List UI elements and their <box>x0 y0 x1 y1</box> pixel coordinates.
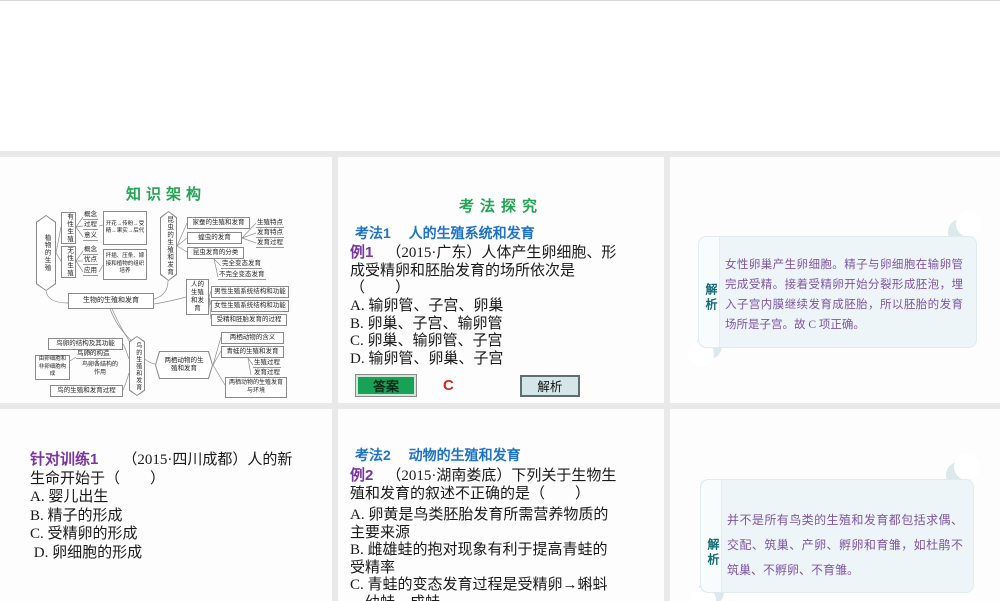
explore-title: 考法探究 <box>458 198 543 215</box>
mindmap-leaf-concept1: 概念 <box>83 211 98 221</box>
mindmap-leaf-meaning: 意义 <box>83 232 98 242</box>
mindmap-node-graft: 扦插、压条、嫁接和植物的组织培养 <box>103 249 147 280</box>
mindmap-node-center: 生物的生殖和发育 <box>68 293 154 309</box>
analysis2-text: 并不是所有鸟类的生殖和发育都包括求偶、交配、筑巢、产卵、孵卵和育雏，如杜鹃不筑巢… <box>727 513 963 577</box>
mindmap-node-egg-structure: 鸟卵的结构及其功能 <box>48 338 123 350</box>
method1-option-d: D. 输卵管、卵巢、子宫 <box>350 350 504 367</box>
analysis1-panel: 解析 女性卵巢产生卵细胞。精子与卵细胞在输卵管完成受精。接着受精卵开始分裂形成胚… <box>670 157 1000 403</box>
method1-option-b: B. 卵巢、子宫、输卵管 <box>350 315 503 332</box>
method2-option-c: C. 青蛙的变态发育过程是受精卵→蝌蚪→幼蛙→成蛙 <box>350 577 608 601</box>
mindmap-node-amphibian: 两栖动物的生殖和发育 <box>155 351 213 379</box>
slide-root: { "colors": { "accent_green": "#23a455",… <box>0 0 1000 601</box>
analysis1-scroll: 解析 女性卵巢产生卵细胞。精子与卵细胞在输卵管完成受精。接着受精卵开始分裂形成胚… <box>698 236 977 348</box>
mindmap-node-locust: 蝗虫的发育 <box>187 232 242 244</box>
practice-option-d: D. 卵细胞的形成 <box>30 544 143 561</box>
mindmap-leaf-process1: 过程 <box>83 221 98 231</box>
method1-question-text: （2015·广东）人体产生卵细胞、形成受精卵和胚胎发育的场所依次是（ ） <box>350 245 617 296</box>
exam-method2-panel: 考法2 动物的生殖和发育 例2 （2015·湖南娄底）下列关于生物生殖和发育的叙述… <box>338 409 664 601</box>
mindmap-node-bird-process: 鸟的生殖和发育过程 <box>50 385 123 397</box>
mindmap-node-plant-label: 植物的生殖 <box>43 234 51 272</box>
practice-panel: 针对训练1 （2015·四川成都）人的新生命开始于（ ） A. 婴儿出生 B. 精… <box>0 409 332 601</box>
method1-example-label: 例1 <box>350 244 374 261</box>
mindmap-node-bird: 鸟的生殖和发育 <box>129 336 145 396</box>
mindmap-node-male: 男性生殖系统结构和功能 <box>211 286 289 298</box>
analysis2-scroll: 解析 并不是所有鸟类的生殖和发育都包括求偶、交配、筑巢、产卵、孵卵和育雏，如杜鹃… <box>700 479 974 593</box>
mindmap-node-plant: 植物的生殖 <box>36 215 56 291</box>
mindmap-leaf-concept2: 概念 <box>83 246 98 256</box>
mindmap-node-insect: 昆虫的生殖和发育 <box>160 211 177 281</box>
mindmap-node-flow: 开花→传粉→受精→果实→后代 <box>103 211 147 245</box>
mindmap-node-amphibian-env: 两栖动物的生殖发育与环境 <box>225 377 287 398</box>
mindmap-leaf-repro-point: 生殖特点 <box>256 219 284 229</box>
analysis1-label: 解析 <box>704 283 718 313</box>
exam-method1-panel: 考法探究 考法1 人的生殖系统和发育 例1 （2015·广东）人体产生卵细胞、形成… <box>338 157 664 403</box>
method2-option-b: B. 雌雄蛙的抱对现象有利于提高青蛙的受精率 <box>350 542 608 576</box>
method2-heading: 考法2 动物的生殖和发育 <box>355 447 521 463</box>
mindmap-node-silkworm: 家蚕的生殖和发育 <box>187 217 250 229</box>
analysis2-label: 解析 <box>706 538 720 568</box>
analysis1-text: 女性卵巢产生卵细胞。精子与卵细胞在输卵管完成受精。接着受精卵开始分裂形成胚泡，埋… <box>725 259 963 331</box>
mindmap-node-frog: 青蛙的生殖和发育 <box>221 346 284 358</box>
method2-question: 例2 （2015·湖南娄底）下列关于生物生殖和发育的叙述不正确的是（ ） <box>350 467 622 503</box>
analysis2-panel: 解析 并不是所有鸟类的生殖和发育都包括求偶、交配、筑巢、产卵、孵卵和育雏，如杜鹃… <box>670 409 1000 601</box>
method1-options: A. 输卵管、子宫、卵巢 B. 卵巢、子宫、输卵管 C. 卵巢、输卵管、子宫 D… <box>350 298 622 368</box>
mindmap-leaf-incomplete: 不完全变态发育 <box>218 271 266 281</box>
answer-letter: C <box>443 377 454 394</box>
method1-heading: 考法1 人的生殖系统和发育 <box>355 225 535 241</box>
practice-option-c: C. 受精卵的形成 <box>30 526 138 542</box>
mindmap-leaf-use: 应用 <box>83 267 98 277</box>
mindmap-node-egg-cells: 由卵细胞和非卵细胞构成 <box>35 355 70 380</box>
mindmap-leaf-dev-point: 发育特点 <box>256 229 284 239</box>
mindmap-leaf-complete: 完全变态发育 <box>221 260 262 270</box>
mindmap-node-human: 人的生殖和发育 <box>186 279 209 315</box>
method1-question: 例1 （2015·广东）人体产生卵细胞、形成受精卵和胚胎发育的场所依次是（ ） <box>350 244 622 298</box>
method2-question-text: （2015·湖南娄底）下列关于生物生殖和发育的叙述不正确的是（ ） <box>350 468 617 502</box>
practice-label: 针对训练1 <box>30 451 99 468</box>
mindmap-node-asexual: 无性生殖 <box>61 246 76 278</box>
knowledge-map-panel: 知识架构 植物的生殖 有性生殖 概念 过程 意义 开花→传粉→受精→果实→后代 … <box>0 157 332 403</box>
method1-option-c: C. 卵巢、输卵管、子宫 <box>350 333 503 349</box>
practice-option-b: B. 精子的形成 <box>30 507 123 524</box>
mindmap-leaf-merit: 优点 <box>83 256 98 266</box>
method1-option-a: A. 输卵管、子宫、卵巢 <box>350 298 504 314</box>
scroll-rolled-edge <box>701 480 722 592</box>
mindmap-node-insect-class: 昆虫发育的分类 <box>187 247 244 259</box>
mindmap-leaf-frog-repro: 生殖过程 <box>253 359 281 369</box>
analysis-button[interactable]: 解析 <box>519 374 580 397</box>
mindmap-node-sexual: 有性生殖 <box>61 212 76 244</box>
mindmap-leaf-egg-roles: 鸟卵各结构的作用 <box>81 362 118 376</box>
mindmap-leaf-dev-process: 发育过程 <box>256 239 284 249</box>
method2-option-a: A. 卵黄是鸟类胚胎发育所需营养物质的主要来源 <box>350 507 609 541</box>
mindmap-node-fertilization: 受精和胚胎发育的过程 <box>211 314 287 326</box>
answer-button[interactable]: 答案 <box>355 374 417 397</box>
practice-option-a: A. 婴儿出生 <box>30 489 109 505</box>
method2-options: A. 卵黄是鸟类胚胎发育所需营养物质的主要来源 B. 雌雄蛙的抱对现象有利于提高… <box>350 507 622 601</box>
method2-example-label: 例2 <box>350 467 374 484</box>
mindmap-node-amphibian-meaning: 两栖动物的含义 <box>221 332 284 344</box>
mindmap-node-female: 女性生殖系统结构和功能 <box>211 300 289 312</box>
practice-block: 针对训练1 （2015·四川成都）人的新生命开始于（ ） A. 婴儿出生 B. 精… <box>30 451 306 562</box>
mindmap-leaf-egg-build: 鸟卵的构造 <box>76 350 111 360</box>
